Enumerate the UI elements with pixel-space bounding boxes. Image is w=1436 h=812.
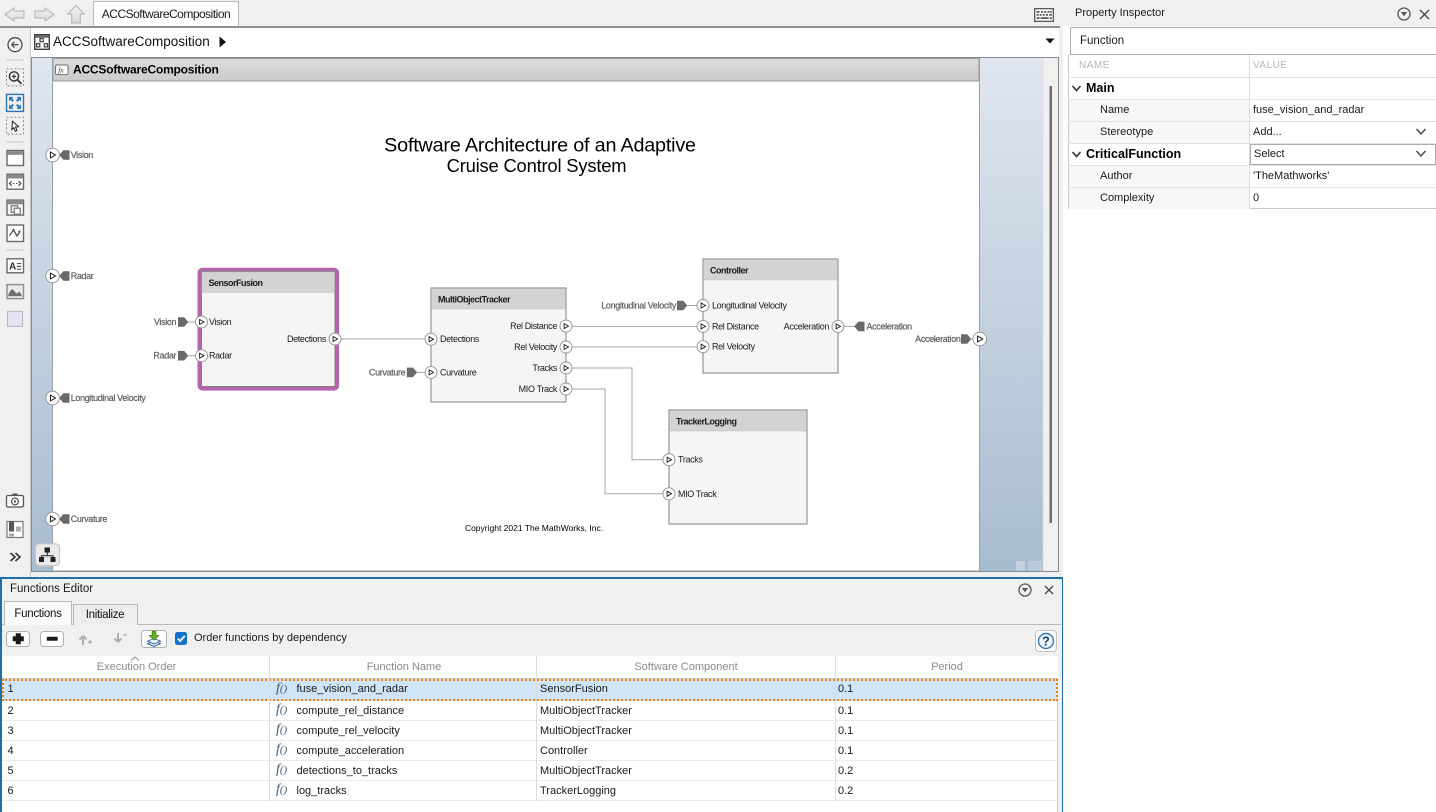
svg-text:Tracks: Tracks bbox=[532, 363, 557, 373]
svg-text:Software Architecture of an Ad: Software Architecture of an Adaptive bbox=[384, 135, 696, 157]
svg-text:MIO Track: MIO Track bbox=[519, 384, 558, 394]
svg-text:Radar: Radar bbox=[209, 351, 232, 361]
svg-text:Rel Velocity: Rel Velocity bbox=[514, 342, 558, 352]
svg-text:MIO Track: MIO Track bbox=[678, 489, 717, 499]
svg-text:Rel Velocity: Rel Velocity bbox=[712, 342, 756, 352]
svg-text:fx: fx bbox=[58, 66, 64, 75]
svg-text:Acceleration: Acceleration bbox=[915, 334, 961, 344]
svg-text:Radar: Radar bbox=[153, 351, 176, 361]
svg-text:?: ? bbox=[1042, 634, 1050, 648]
svg-text:MultiObjectTracker: MultiObjectTracker bbox=[438, 295, 511, 305]
svg-text:Acceleration: Acceleration bbox=[784, 321, 830, 331]
svg-text:Longitudinal Velocity: Longitudinal Velocity bbox=[71, 393, 147, 403]
svg-text:Longitudinal Velocity: Longitudinal Velocity bbox=[712, 301, 788, 311]
svg-text:SensorFusion: SensorFusion bbox=[209, 278, 263, 288]
svg-text:Tracks: Tracks bbox=[678, 455, 703, 465]
svg-text:Copyright 2021 The MathWorks,: Copyright 2021 The MathWorks, Inc. bbox=[465, 523, 603, 533]
svg-text:Vision: Vision bbox=[209, 317, 232, 327]
svg-text:TrackerLogging: TrackerLogging bbox=[676, 417, 737, 427]
svg-text:Curvature: Curvature bbox=[369, 367, 406, 377]
svg-text:Detections: Detections bbox=[440, 334, 480, 344]
svg-text:Vision: Vision bbox=[71, 150, 94, 160]
svg-text:Rel Distance: Rel Distance bbox=[712, 321, 759, 331]
svg-text:Longitudinal Velocity: Longitudinal Velocity bbox=[601, 301, 677, 311]
svg-text:Rel Distance: Rel Distance bbox=[510, 321, 557, 331]
svg-text:Cruise Control System: Cruise Control System bbox=[447, 155, 627, 176]
svg-text:Curvature: Curvature bbox=[71, 514, 108, 524]
svg-text:Controller: Controller bbox=[710, 266, 749, 276]
svg-text:Acceleration: Acceleration bbox=[867, 321, 913, 331]
svg-text:ACCSoftwareComposition: ACCSoftwareComposition bbox=[73, 63, 219, 77]
svg-text:Curvature: Curvature bbox=[440, 367, 477, 377]
svg-text:A: A bbox=[9, 262, 16, 273]
svg-text:Vision: Vision bbox=[154, 317, 177, 327]
svg-text:Detections: Detections bbox=[287, 334, 327, 344]
svg-text:Radar: Radar bbox=[71, 271, 94, 281]
